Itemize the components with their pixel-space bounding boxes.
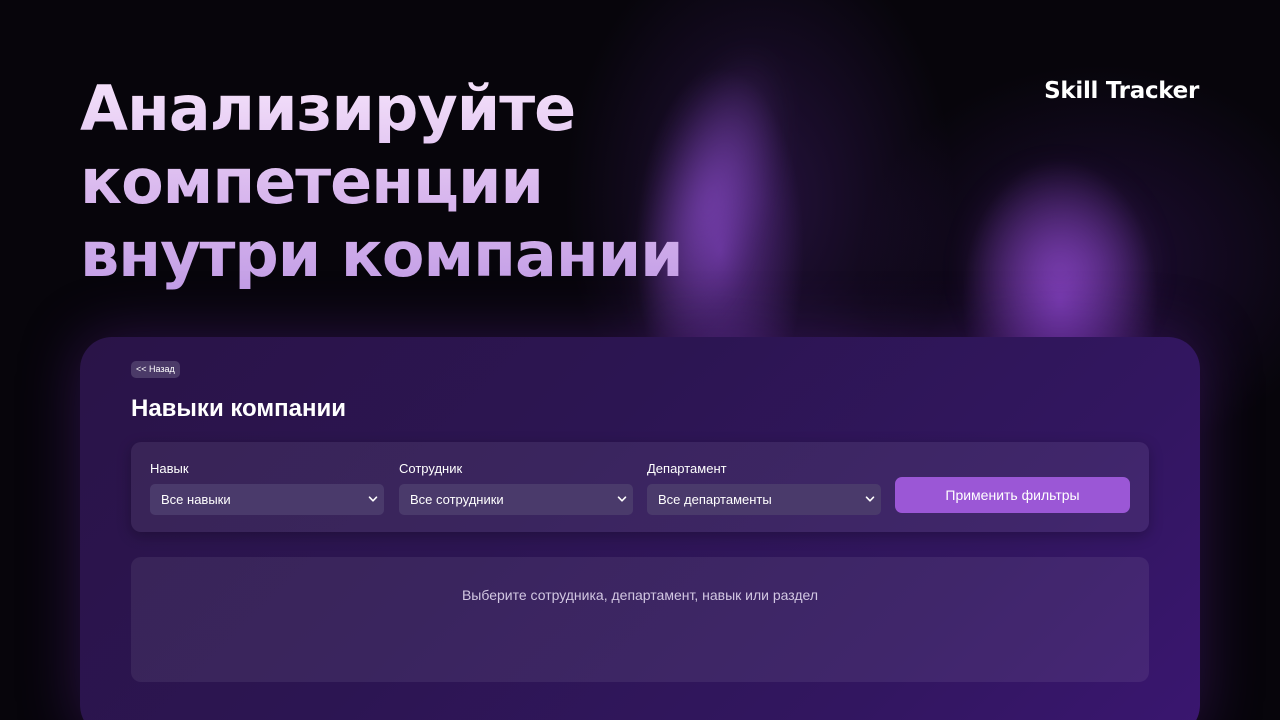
department-select[interactable]: Все департаменты <box>647 484 881 515</box>
skill-filter: Навык Все навыки <box>150 461 384 515</box>
landing-stage: Анализируйте компетенции внутри компании… <box>0 0 1280 720</box>
hero-title-line: Анализируйте <box>80 72 576 145</box>
app-panel: << Назад Навыки компании Навык Все навык… <box>80 337 1200 720</box>
chevron-down-icon <box>865 496 875 502</box>
employee-filter-label: Сотрудник <box>399 461 463 476</box>
department-filter-label: Департамент <box>647 461 727 476</box>
hero-title: Анализируйте компетенции внутри компании <box>80 72 720 291</box>
skill-select[interactable]: Все навыки <box>150 484 384 515</box>
brand-logo[interactable]: Skill Tracker <box>1044 78 1199 104</box>
employee-select[interactable]: Все сотрудники <box>399 484 633 515</box>
results-card: Выберите сотрудника, департамент, навык … <box>131 557 1149 682</box>
hero-title-line: компетенции <box>80 145 543 218</box>
department-select-value: Все департаменты <box>658 492 772 507</box>
filters-card: Навык Все навыки Сотрудник Все сотрудник… <box>131 442 1149 532</box>
skill-select-value: Все навыки <box>161 492 231 507</box>
chevron-down-icon <box>368 496 378 502</box>
back-button[interactable]: << Назад <box>131 361 180 378</box>
employee-select-value: Все сотрудники <box>410 492 504 507</box>
page-title: Навыки компании <box>131 395 347 422</box>
department-filter: Департамент Все департаменты <box>647 461 881 515</box>
hero-title-line: внутри компании <box>80 218 683 291</box>
apply-filters-button[interactable]: Применить фильтры <box>895 477 1130 513</box>
employee-filter: Сотрудник Все сотрудники <box>399 461 633 515</box>
chevron-down-icon <box>617 496 627 502</box>
skill-filter-label: Навык <box>150 461 189 476</box>
results-empty-hint: Выберите сотрудника, департамент, навык … <box>461 587 819 603</box>
